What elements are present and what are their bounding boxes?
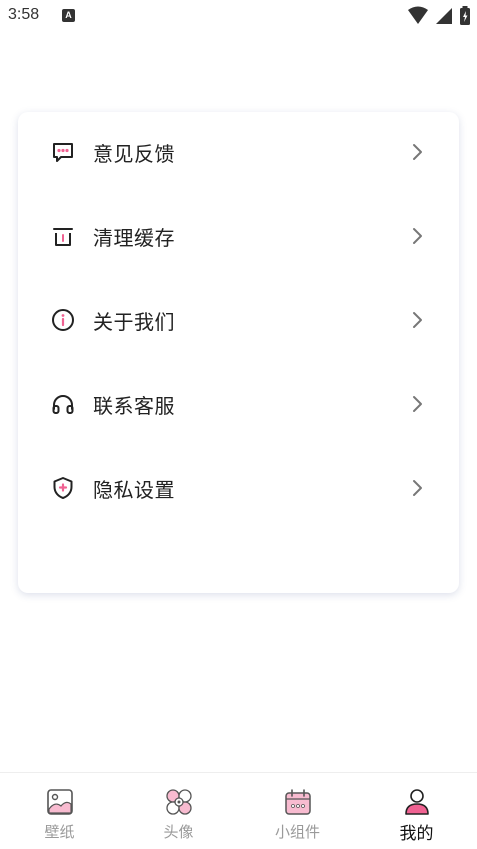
- menu-label-about-us: 关于我们: [93, 309, 175, 334]
- info-icon: [51, 308, 75, 332]
- tab-label-widget: 小组件: [274, 823, 320, 841]
- settings-card: 意见反馈 清理缓存 关于我们 联系客服 隐私设置: [18, 112, 459, 593]
- chevron-right-icon: [407, 310, 427, 330]
- menu-label-feedback: 意见反馈: [93, 141, 175, 166]
- tab-label-wallpaper: 壁纸: [44, 823, 75, 841]
- tab-widget[interactable]: 小组件: [238, 773, 357, 849]
- menu-item-customer-service[interactable]: 联系客服: [18, 374, 459, 434]
- headset-icon: [51, 392, 75, 416]
- wifi-icon: [407, 6, 428, 24]
- notification-a-icon: A: [62, 9, 75, 22]
- menu-item-feedback[interactable]: 意见反馈: [18, 122, 459, 182]
- menu-label-customer-service: 联系客服: [93, 393, 175, 418]
- menu-label-clear-cache: 清理缓存: [93, 225, 175, 250]
- menu-item-privacy-settings[interactable]: 隐私设置: [18, 458, 459, 518]
- tab-label-mine: 我的: [399, 824, 434, 844]
- notification-badge-text: A: [65, 10, 72, 20]
- tab-wallpaper[interactable]: 壁纸: [0, 773, 119, 849]
- menu-label-privacy-settings: 隐私设置: [93, 477, 175, 502]
- tab-mine[interactable]: 我的: [357, 773, 476, 849]
- chevron-right-icon: [407, 226, 427, 246]
- tab-avatar[interactable]: 头像: [119, 773, 238, 849]
- menu-item-clear-cache[interactable]: 清理缓存: [18, 206, 459, 266]
- status-time: 3:58: [8, 6, 40, 23]
- status-icons: [407, 6, 471, 26]
- widget-calendar-icon: [283, 787, 313, 817]
- chevron-right-icon: [407, 478, 427, 498]
- shield-icon: [51, 476, 75, 500]
- profile-icon: [402, 787, 432, 817]
- menu-item-about-us[interactable]: 关于我们: [18, 290, 459, 350]
- chevron-right-icon: [407, 142, 427, 162]
- trash-icon: [51, 224, 75, 248]
- status-bar: 3:58 A: [0, 0, 477, 34]
- tab-label-avatar: 头像: [163, 823, 194, 841]
- chevron-right-icon: [407, 394, 427, 414]
- feedback-message-icon: [51, 140, 75, 164]
- avatar-flower-icon: [164, 787, 194, 817]
- wallpaper-icon: [45, 787, 75, 817]
- signal-icon: [435, 8, 452, 24]
- battery-icon: [460, 6, 470, 25]
- bottom-tab-bar: 壁纸 头像 小组件 我的: [0, 772, 477, 849]
